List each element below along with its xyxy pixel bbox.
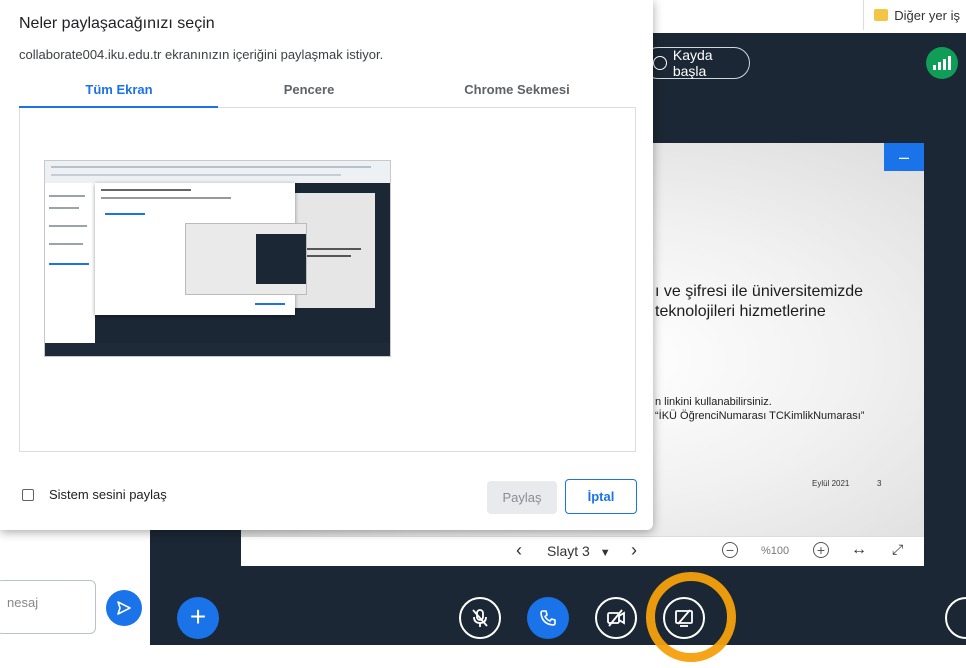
thumbnail-sidebar (45, 183, 95, 343)
thumbnail-taskbar (45, 343, 390, 356)
system-audio-label: Sistem sesini paylaş (49, 487, 167, 502)
record-label: Kayda başla (672, 47, 713, 79)
thumbnail-nested-preview (185, 223, 307, 295)
thumbnail-slide (295, 193, 375, 308)
zoom-level: %100 (761, 545, 790, 557)
connection-status-button[interactable] (926, 47, 958, 79)
signal-bar-icon (933, 65, 936, 70)
share-screen-button[interactable] (663, 597, 705, 639)
presentation-toolbar: ‹ Slayt 3 ▼ › − %100 + ↔ ⤢ (241, 536, 924, 566)
audio-phone-button[interactable] (527, 597, 569, 639)
zoom-out-icon[interactable]: − (722, 542, 738, 558)
dialog-subtitle: collaborate004.iku.edu.tr ekranınızın iç… (19, 47, 384, 62)
thumbnail-browser-chrome (45, 161, 390, 184)
slide-selector-label: Slayt 3 (547, 543, 590, 559)
cancel-button[interactable]: İptal (565, 479, 637, 514)
slide-text-line3: n linkini kullanabilirsiniz. (655, 396, 772, 408)
start-recording-button[interactable]: Kayda başla (642, 47, 750, 79)
tab-chrome-tab[interactable]: Chrome Sekmesi (417, 79, 617, 107)
slide-text-line1: ı ve şifresi ile üniversitemizde (655, 283, 864, 300)
fullscreen-icon[interactable]: ⤢ (892, 541, 903, 558)
share-button[interactable]: Paylaş (487, 481, 557, 514)
system-audio-checkbox[interactable] (22, 489, 34, 501)
slide-text-line2: teknolojileri hizmetlerine (655, 303, 826, 320)
fit-width-icon[interactable]: ↔ (851, 541, 867, 559)
screen-share-icon (675, 609, 693, 627)
share-webcam-button[interactable] (595, 597, 637, 639)
folder-icon (874, 9, 889, 21)
chat-placeholder: nesaj (7, 595, 39, 610)
send-icon (117, 601, 131, 615)
minimize-presentation-button[interactable]: – (884, 143, 924, 171)
bookmark-label: Diğer yer iş (894, 7, 960, 23)
tab-window[interactable]: Pencere (209, 79, 409, 107)
zoom-in-icon[interactable]: + (813, 542, 829, 558)
share-source-tabs: Tüm Ekran Pencere Chrome Sekmesi (19, 79, 636, 109)
screen-preview-area (19, 108, 636, 452)
chevron-down-icon: ▼ (599, 547, 611, 559)
signal-bar-icon (943, 59, 946, 70)
screen-thumbnail[interactable] (44, 160, 391, 357)
slide-text-line4: “İKÜ ÖğrenciNumarası TCKimlikNumarası” (655, 410, 865, 422)
share-screen-dialog: Neler paylaşacağınızı seçin collaborate0… (0, 0, 653, 530)
signal-bar-icon (938, 62, 941, 70)
microphone-muted-icon (472, 609, 488, 627)
tab-entire-screen[interactable]: Tüm Ekran (19, 79, 219, 107)
camera-off-icon (607, 609, 625, 627)
actions-button[interactable]: + (177, 597, 219, 639)
previous-slide-icon[interactable]: ‹ (516, 540, 522, 561)
dialog-title: Neler paylaşacağınızı seçin (19, 15, 215, 32)
phone-icon (540, 610, 556, 626)
bottom-strip (0, 645, 966, 668)
signal-bar-icon (948, 56, 951, 70)
slide-page-number: 3 (877, 479, 882, 488)
next-slide-icon[interactable]: › (631, 540, 637, 561)
mute-microphone-button[interactable] (459, 597, 501, 639)
bookmark-other[interactable]: Diğer yer iş (863, 0, 966, 30)
slide-selector[interactable]: Slayt 3 ▼ (547, 543, 611, 559)
thumbnail-dialog (95, 183, 307, 315)
chat-message-input[interactable]: nesaj (0, 580, 96, 634)
record-icon (653, 56, 667, 70)
slide-date: Eylül 2021 (812, 479, 850, 488)
send-message-button[interactable] (106, 590, 142, 626)
